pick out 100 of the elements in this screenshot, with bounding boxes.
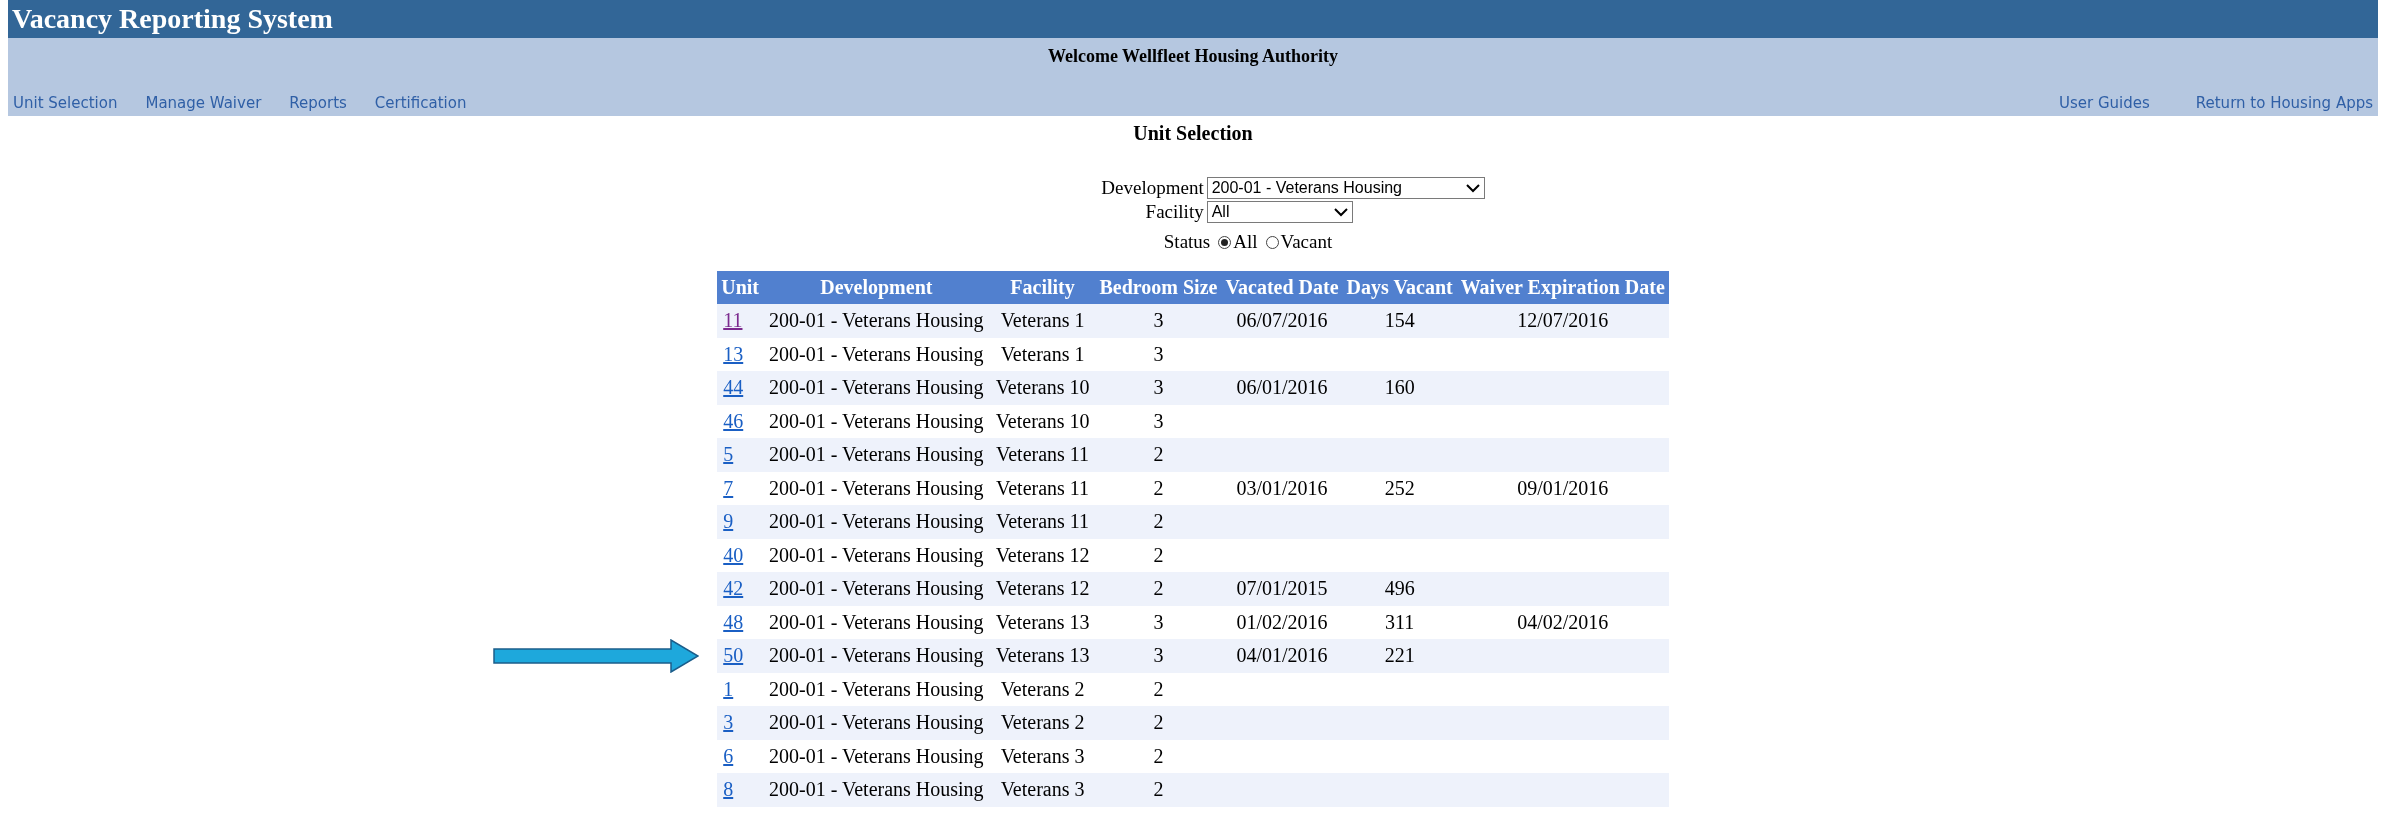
table-cell: 200-01 - Veterans Housing <box>769 711 984 734</box>
chevron-icon <box>1333 207 1348 217</box>
table-cell: Veterans 2 <box>1000 677 1085 700</box>
nav-link[interactable]: Reports <box>289 94 347 112</box>
nav-link[interactable]: Return to Housing Apps <box>2195 94 2373 112</box>
table-cell: 3 <box>1153 610 1164 633</box>
table-cell: 160 <box>1384 376 1415 399</box>
table-cell: 12/07/2016 <box>1517 309 1609 332</box>
unit-link[interactable]: 5 <box>723 443 734 466</box>
table-cell: 200-01 - Veterans Housing <box>769 744 984 767</box>
table-cell: 2 <box>1153 443 1164 466</box>
table-cell: Veterans 10 <box>995 376 1090 399</box>
unit-link[interactable]: 42 <box>723 577 744 600</box>
table-cell: Veterans 11 <box>996 443 1090 466</box>
unit-link[interactable]: 3 <box>723 711 734 734</box>
table-cell: 221 <box>1384 644 1415 667</box>
table-cell: 200-01 - Veterans Housing <box>769 644 984 667</box>
table-cell: 03/01/2016 <box>1236 476 1328 499</box>
unit-link[interactable]: 8 <box>723 778 734 801</box>
table-cell: 2 <box>1153 543 1164 566</box>
table-cell: 200-01 - Veterans Housing <box>769 342 984 365</box>
table-cell: 2 <box>1153 711 1164 734</box>
table-cell: 3 <box>1153 644 1164 667</box>
nav-link[interactable]: Manage Waiver <box>145 94 262 112</box>
table-cell: 200-01 - Veterans Housing <box>769 778 984 801</box>
page-heading: Unit Selection <box>1133 122 1253 145</box>
table-cell: 06/01/2016 <box>1236 376 1328 399</box>
table-cell: 200-01 - Veterans Housing <box>769 543 984 566</box>
unit-link[interactable]: 9 <box>723 510 734 533</box>
table-cell: 2 <box>1153 577 1164 600</box>
column-header: Unit <box>717 271 763 304</box>
welcome-text: Welcome Wellfleet Housing Authority <box>1047 46 1339 67</box>
table-cell: 04/02/2016 <box>1517 610 1609 633</box>
app-title: Vacancy Reporting System <box>12 3 333 35</box>
unit-link[interactable]: 1 <box>723 677 734 700</box>
table-cell: Veterans 1 <box>1000 342 1085 365</box>
table-cell: 200-01 - Veterans Housing <box>769 409 984 432</box>
table-cell: 3 <box>1153 409 1164 432</box>
table-cell: Veterans 12 <box>995 543 1090 566</box>
field-label: Development <box>1101 177 1204 199</box>
table-cell: 200-01 - Veterans Housing <box>769 476 984 499</box>
table-cell: Veterans 10 <box>995 409 1090 432</box>
status-radio[interactable]: Vacant <box>1265 231 1333 253</box>
field-label: Status <box>1163 231 1211 253</box>
table-cell: 200-01 - Veterans Housing <box>769 309 984 332</box>
nav-link[interactable]: User Guides <box>2058 94 2150 112</box>
field-label: Facility <box>1144 201 1204 223</box>
table-cell: 2 <box>1153 677 1164 700</box>
status-radio[interactable]: All <box>1218 231 1258 253</box>
table-cell: 311 <box>1385 610 1415 633</box>
unit-link[interactable]: 44 <box>723 376 744 399</box>
table-cell: Veterans 12 <box>995 577 1090 600</box>
table-cell: 06/07/2016 <box>1236 309 1328 332</box>
table-cell: Veterans 11 <box>996 510 1090 533</box>
unit-link[interactable]: 48 <box>723 610 744 633</box>
column-header: Development <box>763 271 990 304</box>
table-cell: Veterans 3 <box>1000 744 1085 767</box>
table-cell: 3 <box>1153 309 1164 332</box>
column-header: Waiver Expiration Date <box>1456 271 1669 304</box>
unit-link[interactable]: 11 <box>723 309 743 332</box>
table-cell: Veterans 3 <box>1000 778 1085 801</box>
table-cell: Veterans 1 <box>1000 309 1085 332</box>
table-cell: 04/01/2016 <box>1236 644 1328 667</box>
table-cell: Veterans 13 <box>995 644 1090 667</box>
unit-link[interactable]: 40 <box>723 543 744 566</box>
table-cell: 2 <box>1153 510 1164 533</box>
unit-link[interactable]: 6 <box>723 744 734 767</box>
table-cell: 3 <box>1153 376 1164 399</box>
table-cell: 2 <box>1153 778 1164 801</box>
table-cell: 3 <box>1153 342 1164 365</box>
unit-link[interactable]: 7 <box>723 476 734 499</box>
unit-link[interactable]: 50 <box>723 644 744 667</box>
table-cell: 07/01/2015 <box>1236 577 1328 600</box>
table-cell: 496 <box>1384 577 1415 600</box>
column-header: Bedroom Size <box>1095 271 1222 304</box>
nav-link[interactable]: Unit Selection <box>13 94 118 112</box>
chevron-icon <box>1465 183 1480 193</box>
table-cell: 252 <box>1384 476 1415 499</box>
facility-select[interactable]: All <box>1206 201 1353 223</box>
column-header: Days Vacant <box>1342 271 1457 304</box>
table-cell: Veterans 11 <box>996 476 1090 499</box>
table-cell: 200-01 - Veterans Housing <box>769 443 984 466</box>
table-cell: 200-01 - Veterans Housing <box>769 610 984 633</box>
nav-link[interactable]: Certification <box>374 94 467 112</box>
table-cell: 154 <box>1384 309 1415 332</box>
unit-link[interactable]: 13 <box>723 342 744 365</box>
unit-link[interactable]: 46 <box>723 409 744 432</box>
table-cell: 200-01 - Veterans Housing <box>769 677 984 700</box>
development-select[interactable]: 200-01 - Veterans Housing <box>1206 177 1485 199</box>
table-cell: Veterans 2 <box>1000 711 1085 734</box>
table-cell: 200-01 - Veterans Housing <box>769 376 984 399</box>
table-cell: Veterans 13 <box>995 610 1090 633</box>
table-cell: 09/01/2016 <box>1517 476 1609 499</box>
column-header: Vacated Date <box>1221 271 1343 304</box>
table-cell: 01/02/2016 <box>1236 610 1328 633</box>
table-cell: 2 <box>1153 476 1164 499</box>
column-header: Facility <box>989 271 1096 304</box>
table-cell: 200-01 - Veterans Housing <box>769 510 984 533</box>
table-cell: 2 <box>1153 744 1164 767</box>
table-cell: 200-01 - Veterans Housing <box>769 577 984 600</box>
